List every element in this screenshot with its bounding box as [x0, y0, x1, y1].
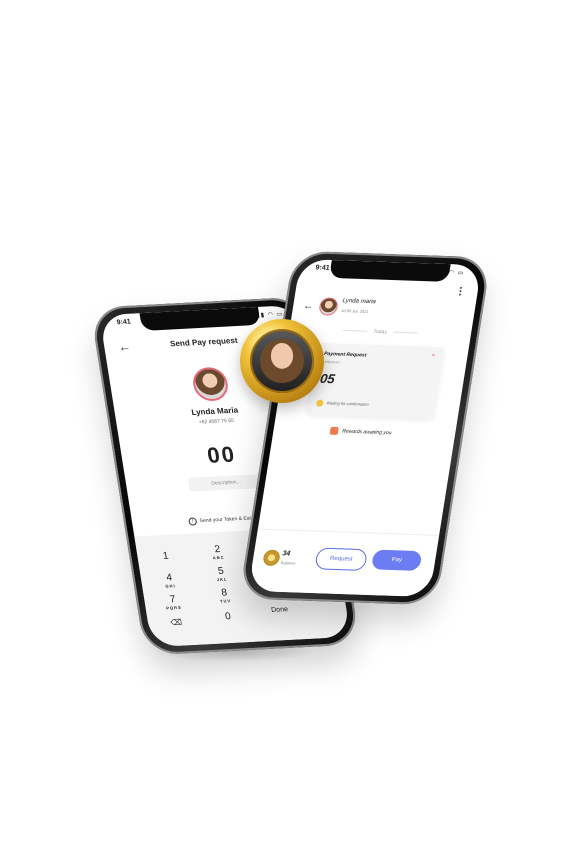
contact-date: 10:00 Jul, 2021: [340, 308, 370, 314]
phone-notch: [139, 306, 261, 331]
phone-notch: [329, 259, 451, 282]
bottom-action-bar: 34 Balance Request Pay: [248, 528, 440, 598]
close-icon[interactable]: ×: [431, 353, 435, 359]
card-title: Payment Request: [323, 351, 367, 359]
gold-profile-badge: [240, 319, 324, 403]
card-status: Waiting for confirmation: [315, 399, 369, 409]
gift-icon: [329, 426, 339, 435]
backspace-icon: ⌫: [169, 617, 183, 628]
rewards-note[interactable]: Rewards awaiting you: [329, 426, 393, 437]
key-5[interactable]: 5 JKL: [200, 565, 243, 583]
info-icon: !: [188, 517, 198, 526]
status-time: 9:41: [116, 318, 132, 327]
description-input[interactable]: Description...: [187, 474, 265, 492]
key-8[interactable]: 8 TUV: [203, 587, 246, 605]
avatar: [318, 297, 340, 316]
key-7[interactable]: 7 PQRS: [152, 593, 195, 611]
status-time: 9:41: [314, 264, 331, 272]
backspace-key[interactable]: ⌫: [156, 617, 198, 628]
contact-name: Lynda maria: [342, 298, 377, 306]
token-coin-icon: [262, 549, 281, 567]
key-1[interactable]: 1: [145, 550, 187, 563]
back-arrow-icon[interactable]: ←: [302, 301, 314, 312]
key-2[interactable]: 2 ABC: [196, 543, 239, 561]
key-4[interactable]: 4 GHI: [148, 572, 191, 590]
balance-label: Balance: [280, 560, 296, 566]
request-button[interactable]: Request: [314, 547, 369, 572]
done-key[interactable]: Done: [259, 606, 300, 615]
payment-request-card[interactable]: Payment Request Unknown × 05 Waiting for…: [306, 342, 445, 419]
avatar: [190, 366, 231, 402]
more-menu-icon[interactable]: ⋮: [455, 286, 467, 297]
token-count: 34: [281, 550, 291, 558]
pay-button[interactable]: Pay: [370, 549, 423, 571]
key-0[interactable]: 0: [207, 610, 249, 623]
hourglass-icon: [315, 399, 324, 407]
status-icons: ▮▮ ◠ ▭: [256, 311, 284, 319]
card-subtitle: Unknown: [322, 359, 341, 365]
profile-photo: [250, 329, 314, 393]
